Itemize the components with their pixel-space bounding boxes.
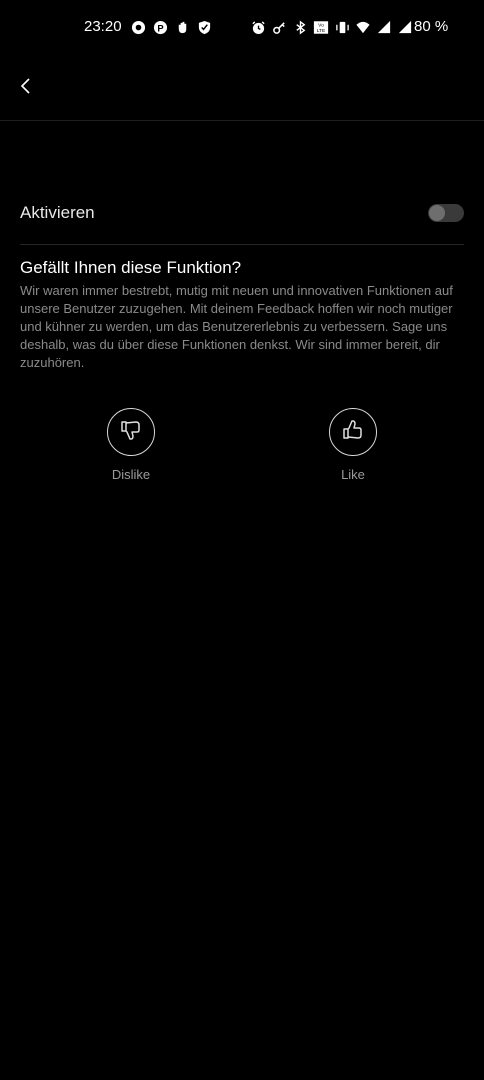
like-label: Like [341, 467, 365, 482]
chevron-left-icon [19, 77, 33, 99]
volte-icon: Vo LTE [313, 19, 329, 35]
back-button[interactable] [12, 74, 40, 102]
alarm-icon [250, 19, 266, 35]
dislike-circle[interactable] [107, 408, 155, 456]
app-bar [0, 56, 484, 121]
svg-text:P: P [157, 23, 163, 33]
signal-icon [376, 19, 392, 35]
dislike-button[interactable]: Dislike [81, 408, 181, 482]
activate-label: Aktivieren [20, 203, 95, 222]
like-button[interactable]: Like [303, 408, 403, 482]
wifi-icon [355, 19, 371, 35]
parking-icon: P [152, 19, 168, 35]
hand-icon [174, 19, 190, 35]
vibrate-icon [334, 19, 350, 35]
status-system-icons: Vo LTE [250, 18, 413, 36]
key-icon [271, 19, 287, 35]
bluetooth-icon [292, 19, 308, 35]
shield-icon [196, 19, 212, 35]
status-time: 23:20 [84, 18, 122, 35]
feedback-title: Gefällt Ihnen diese Funktion? [20, 258, 242, 277]
battery-level: 80 % [414, 18, 449, 35]
status-bar: 23:20 P Vo LTE 80 % [0, 0, 484, 56]
signal-icon [397, 19, 413, 35]
like-circle[interactable] [329, 408, 377, 456]
chat-icon [130, 19, 146, 35]
toggle-knob [429, 205, 445, 221]
status-notification-icons: P [130, 18, 212, 36]
svg-text:LTE: LTE [317, 27, 326, 33]
feedback-description: Wir waren immer bestrebt, mutig mit neue… [20, 283, 453, 370]
thumbs-up-icon [341, 418, 365, 447]
dislike-label: Dislike [111, 467, 151, 482]
thumbs-down-icon [119, 418, 143, 447]
svg-text:Vo: Vo [318, 22, 324, 28]
activate-row[interactable]: Aktivieren [20, 184, 464, 245]
activate-toggle[interactable] [428, 204, 464, 222]
